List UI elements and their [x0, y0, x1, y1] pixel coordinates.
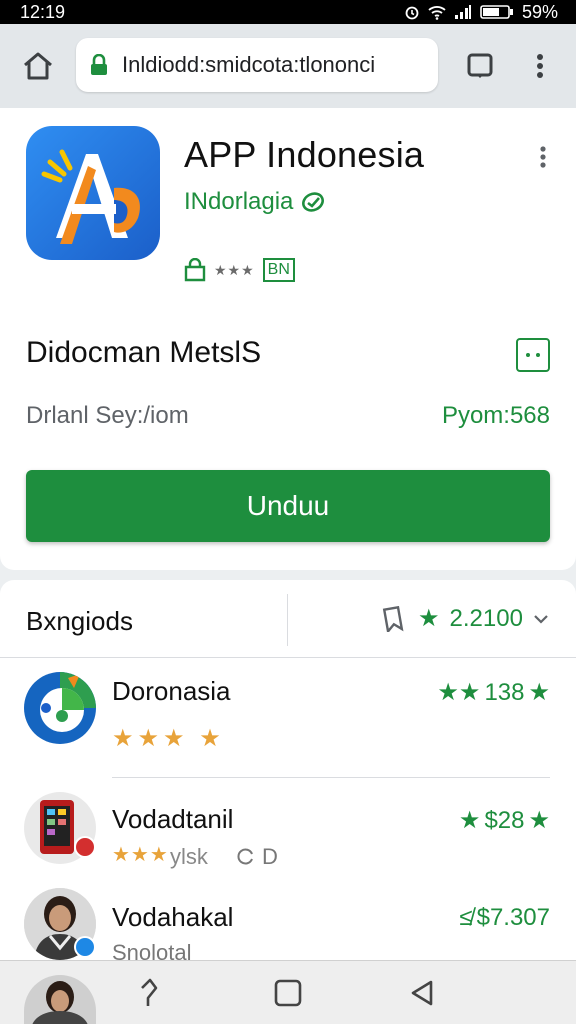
star-icon: ★★ [437, 679, 481, 706]
browser-toolbar: Inldiodd:smidcota:tlononci [0, 24, 576, 108]
wifi-icon [428, 6, 446, 20]
item-sub-extra: D [262, 844, 278, 869]
battery-icon [480, 5, 513, 19]
more-vert-icon [537, 54, 543, 78]
browser-menu-button[interactable] [522, 46, 558, 86]
item-name: Vodadtanil [112, 804, 234, 834]
star-icon: ★ [528, 679, 550, 706]
address-bar[interactable]: Inldiodd:smidcota:tlononci [76, 38, 438, 92]
verified-icon [302, 192, 325, 212]
app-logo-icon [40, 672, 96, 732]
list-item[interactable]: Doronasia ★★ 138 ★ ★★★ ★ [0, 668, 576, 778]
item-name: Doronasia [112, 676, 231, 706]
small-stars-icon: ★★★ [214, 261, 255, 278]
app-logo-icon [41, 149, 140, 244]
person-photo-icon [32, 981, 88, 1024]
system-nav-bar [0, 960, 576, 1024]
list-item[interactable]: Vodadtanil ★ $28 ★ ★★★ ylsk D [0, 786, 576, 896]
lock-icon [91, 54, 107, 75]
tabs-icon [467, 53, 493, 78]
url-text: Inldiodd:smidcota:tlononci [122, 52, 376, 77]
app-more-button[interactable] [528, 142, 558, 172]
refresh-icon [237, 848, 253, 865]
status-icons: 59% [404, 2, 558, 23]
home-nav-button[interactable] [270, 975, 306, 1011]
star-icon: ★ [418, 605, 440, 632]
list-score: 2.2100 [449, 604, 523, 632]
item-rating: ★ $28 ★ [459, 806, 550, 835]
install-button[interactable]: Unduu [26, 470, 550, 542]
alarm-icon [405, 6, 419, 20]
item-stars-icon: ★★★ ★ [112, 725, 225, 752]
info-left: Drlanl Sey:/iom [26, 402, 189, 429]
trend-icon: ≰ [459, 904, 473, 931]
back-button[interactable] [404, 975, 440, 1011]
header-divider [287, 594, 288, 646]
item-rating: ★★ 138 ★ [437, 678, 550, 707]
developer-name[interactable]: INdorlagia [184, 188, 293, 216]
home-button[interactable] [16, 44, 60, 88]
assistant-button[interactable] [130, 975, 166, 1011]
battery-level: 59% [521, 1, 558, 22]
square-icon [274, 979, 302, 1007]
item-name: Vodahakal [112, 902, 234, 932]
item-rating-value: 138 [484, 678, 525, 706]
more-vert-icon [540, 146, 546, 168]
list-title: Bxngiods [26, 606, 133, 636]
status-bar: 12:19 59% [0, 0, 576, 24]
item-sub: ylsk [170, 844, 208, 869]
age-rating-badge: BN [262, 258, 295, 282]
app-title: APP Indonesia [184, 134, 425, 175]
list-sort-control[interactable]: ★ 2.2100 [382, 604, 549, 633]
bookmark-icon [382, 605, 404, 632]
home-icon [24, 52, 52, 80]
section-title: Didocman MetslS [26, 336, 262, 369]
recent-icon [141, 978, 158, 1006]
app-icon[interactable] [26, 126, 160, 260]
related-list-card: Bxngiods ★ 2.2100 Doronasia ★★ 138 ★ ★★★… [0, 580, 576, 965]
item-stars-icon: ★★★ [112, 844, 169, 866]
tabs-button[interactable] [460, 46, 500, 86]
developer-row[interactable]: INdorlagia [184, 188, 325, 216]
profile-avatar[interactable] [24, 975, 96, 1024]
chat-icon[interactable] [516, 338, 550, 372]
item-rating: ≰ $7.307 [459, 904, 550, 932]
divider [112, 777, 550, 778]
app-avatar [24, 672, 96, 744]
signal-icon [454, 5, 471, 19]
star-icon: ★ [458, 807, 481, 834]
list-header: Bxngiods ★ 2.2100 [0, 580, 576, 658]
verified-badge-icon [74, 936, 96, 958]
back-icon [411, 980, 433, 1006]
bag-icon [184, 258, 206, 282]
star-icon: ★ [528, 807, 550, 834]
chevron-down-icon [534, 614, 548, 624]
item-rating-value: $7.307 [476, 904, 550, 931]
status-time: 12:19 [20, 1, 66, 22]
info-right: Pyom:568 [441, 402, 550, 429]
app-detail-card: APP Indonesia INdorlagia ★★★ BN Didocman… [0, 108, 576, 570]
badge-icon [74, 836, 96, 858]
app-meta-row: ★★★ BN [184, 258, 295, 282]
item-rating-value: $28 [484, 806, 525, 834]
